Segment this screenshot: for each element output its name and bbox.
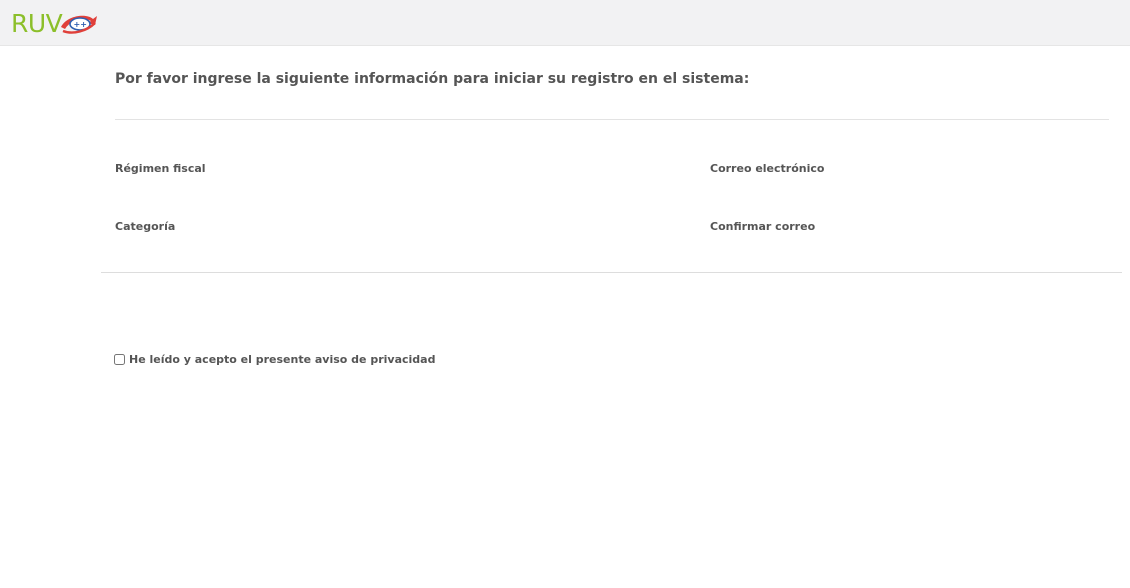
privacy-checkbox[interactable] <box>114 354 125 365</box>
regimen-fiscal-label: Régimen fiscal <box>115 162 206 175</box>
categoria-label: Categoría <box>115 220 176 233</box>
logo-text: RUV <box>11 9 63 38</box>
correo-electronico-label: Correo electrónico <box>710 162 825 175</box>
svg-text:++: ++ <box>74 20 87 29</box>
top-header-bar: RUV ++ <box>0 0 1130 46</box>
privacy-checkbox-label[interactable]: He leído y acepto el presente aviso de p… <box>129 353 435 366</box>
form-intro-text: Por favor ingrese la siguiente informaci… <box>115 71 750 87</box>
divider <box>115 119 1109 120</box>
privacy-consent[interactable]: He leído y acepto el presente aviso de p… <box>114 353 435 366</box>
confirmar-correo-label: Confirmar correo <box>710 220 816 233</box>
divider <box>101 272 1122 273</box>
ruv-swoosh-logo-icon: ++ <box>59 11 99 39</box>
ruv-logo[interactable]: RUV ++ <box>11 10 99 38</box>
